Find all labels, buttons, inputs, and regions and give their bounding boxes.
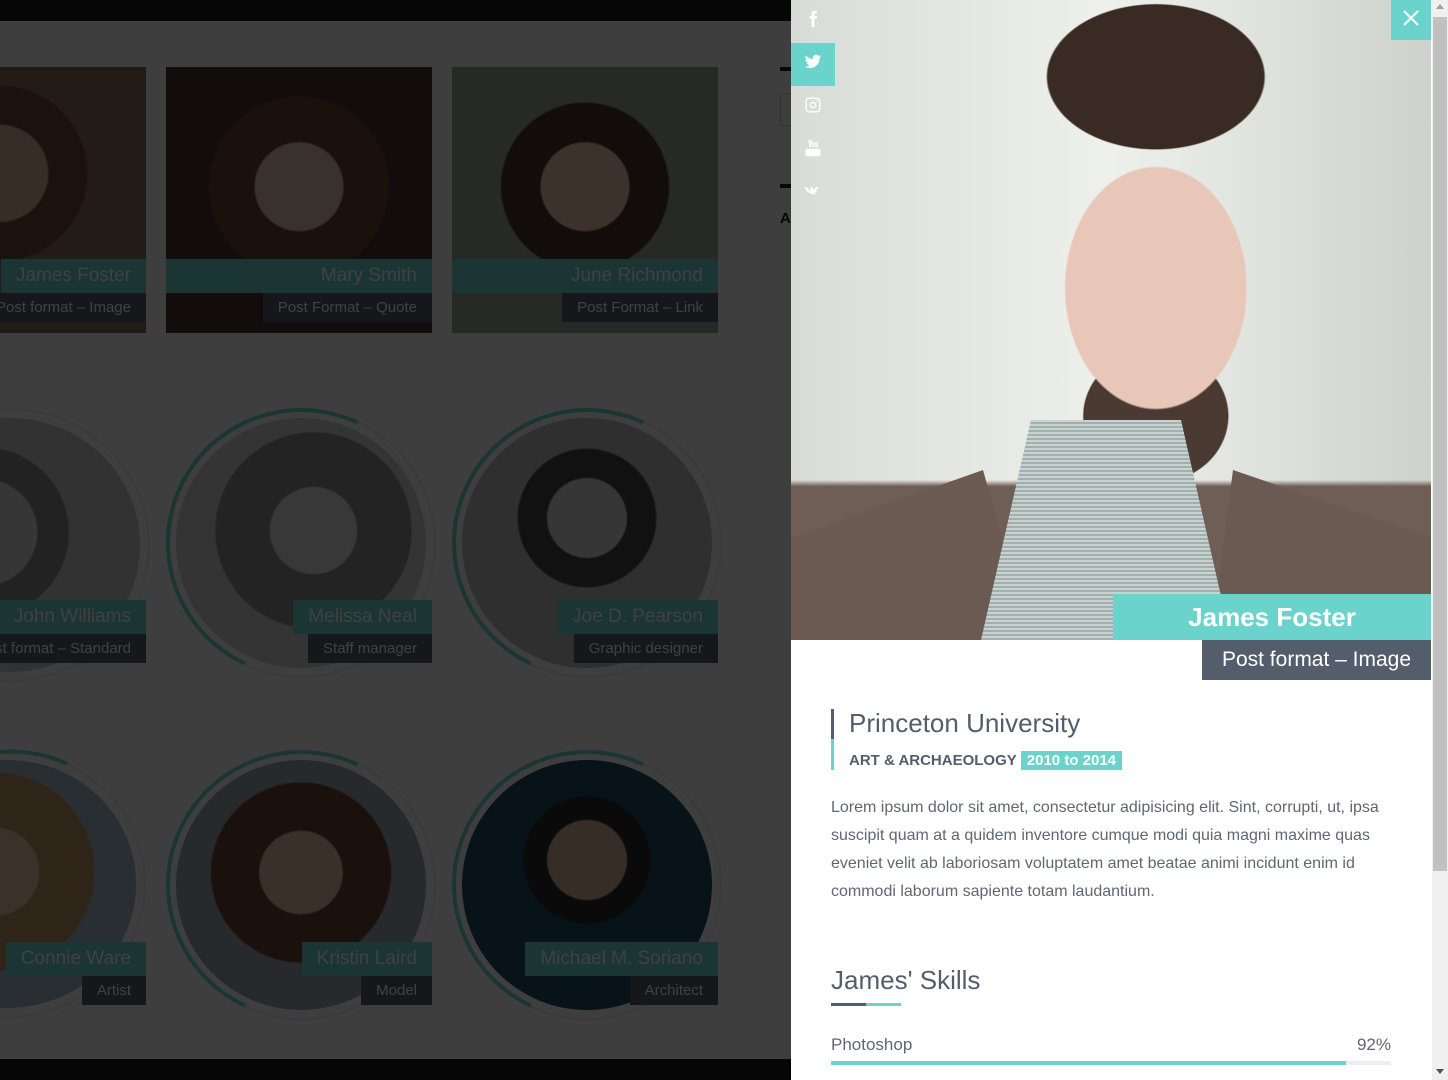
scroll-down-arrow-icon[interactable] [1436,1069,1444,1074]
education-block: Princeton University ART & ARCHAEOLOGY 2… [831,708,1123,770]
youtube-icon [804,139,822,162]
skill-item: Photoshop 92% [831,1035,1391,1065]
vk-icon [804,182,822,205]
education-years: 2010 to 2014 [1020,751,1123,770]
twitter-link[interactable] [791,43,835,86]
member-name: James Foster [1113,594,1431,640]
scroll-thumb[interactable] [1433,17,1447,871]
member-photo [791,0,1431,640]
skill-percent: 92% [1356,1035,1391,1054]
member-detail-panel: James Foster Post format – Image Princet… [791,0,1448,1080]
school-name: Princeton University [849,708,1081,738]
vk-link[interactable] [791,172,835,215]
education-details: ART & ARCHAEOLOGY 2010 to 2014 [849,751,1123,770]
skills-underline [831,1003,901,1006]
facebook-icon [804,10,822,33]
skill-progress-fill [831,1061,1347,1065]
close-icon [1402,9,1420,32]
member-bio: Lorem ipsum dolor sit amet, consectetur … [831,799,1379,900]
member-role: Post format – Image [1202,640,1431,680]
social-links [791,0,835,215]
youtube-link[interactable] [791,129,835,172]
facebook-link[interactable] [791,0,835,43]
scroll-up-arrow-icon[interactable] [1436,4,1444,9]
skill-label: Photoshop [831,1035,913,1054]
field-of-study: ART & ARCHAEOLOGY [849,752,1017,769]
instagram-link[interactable] [791,86,835,129]
close-button[interactable] [1391,0,1431,40]
instagram-icon [804,96,822,119]
skills-heading: James' Skills [831,965,981,995]
panel-scrollbar[interactable] [1432,0,1448,1080]
skill-progress-track [831,1061,1391,1065]
twitter-icon [804,53,822,76]
